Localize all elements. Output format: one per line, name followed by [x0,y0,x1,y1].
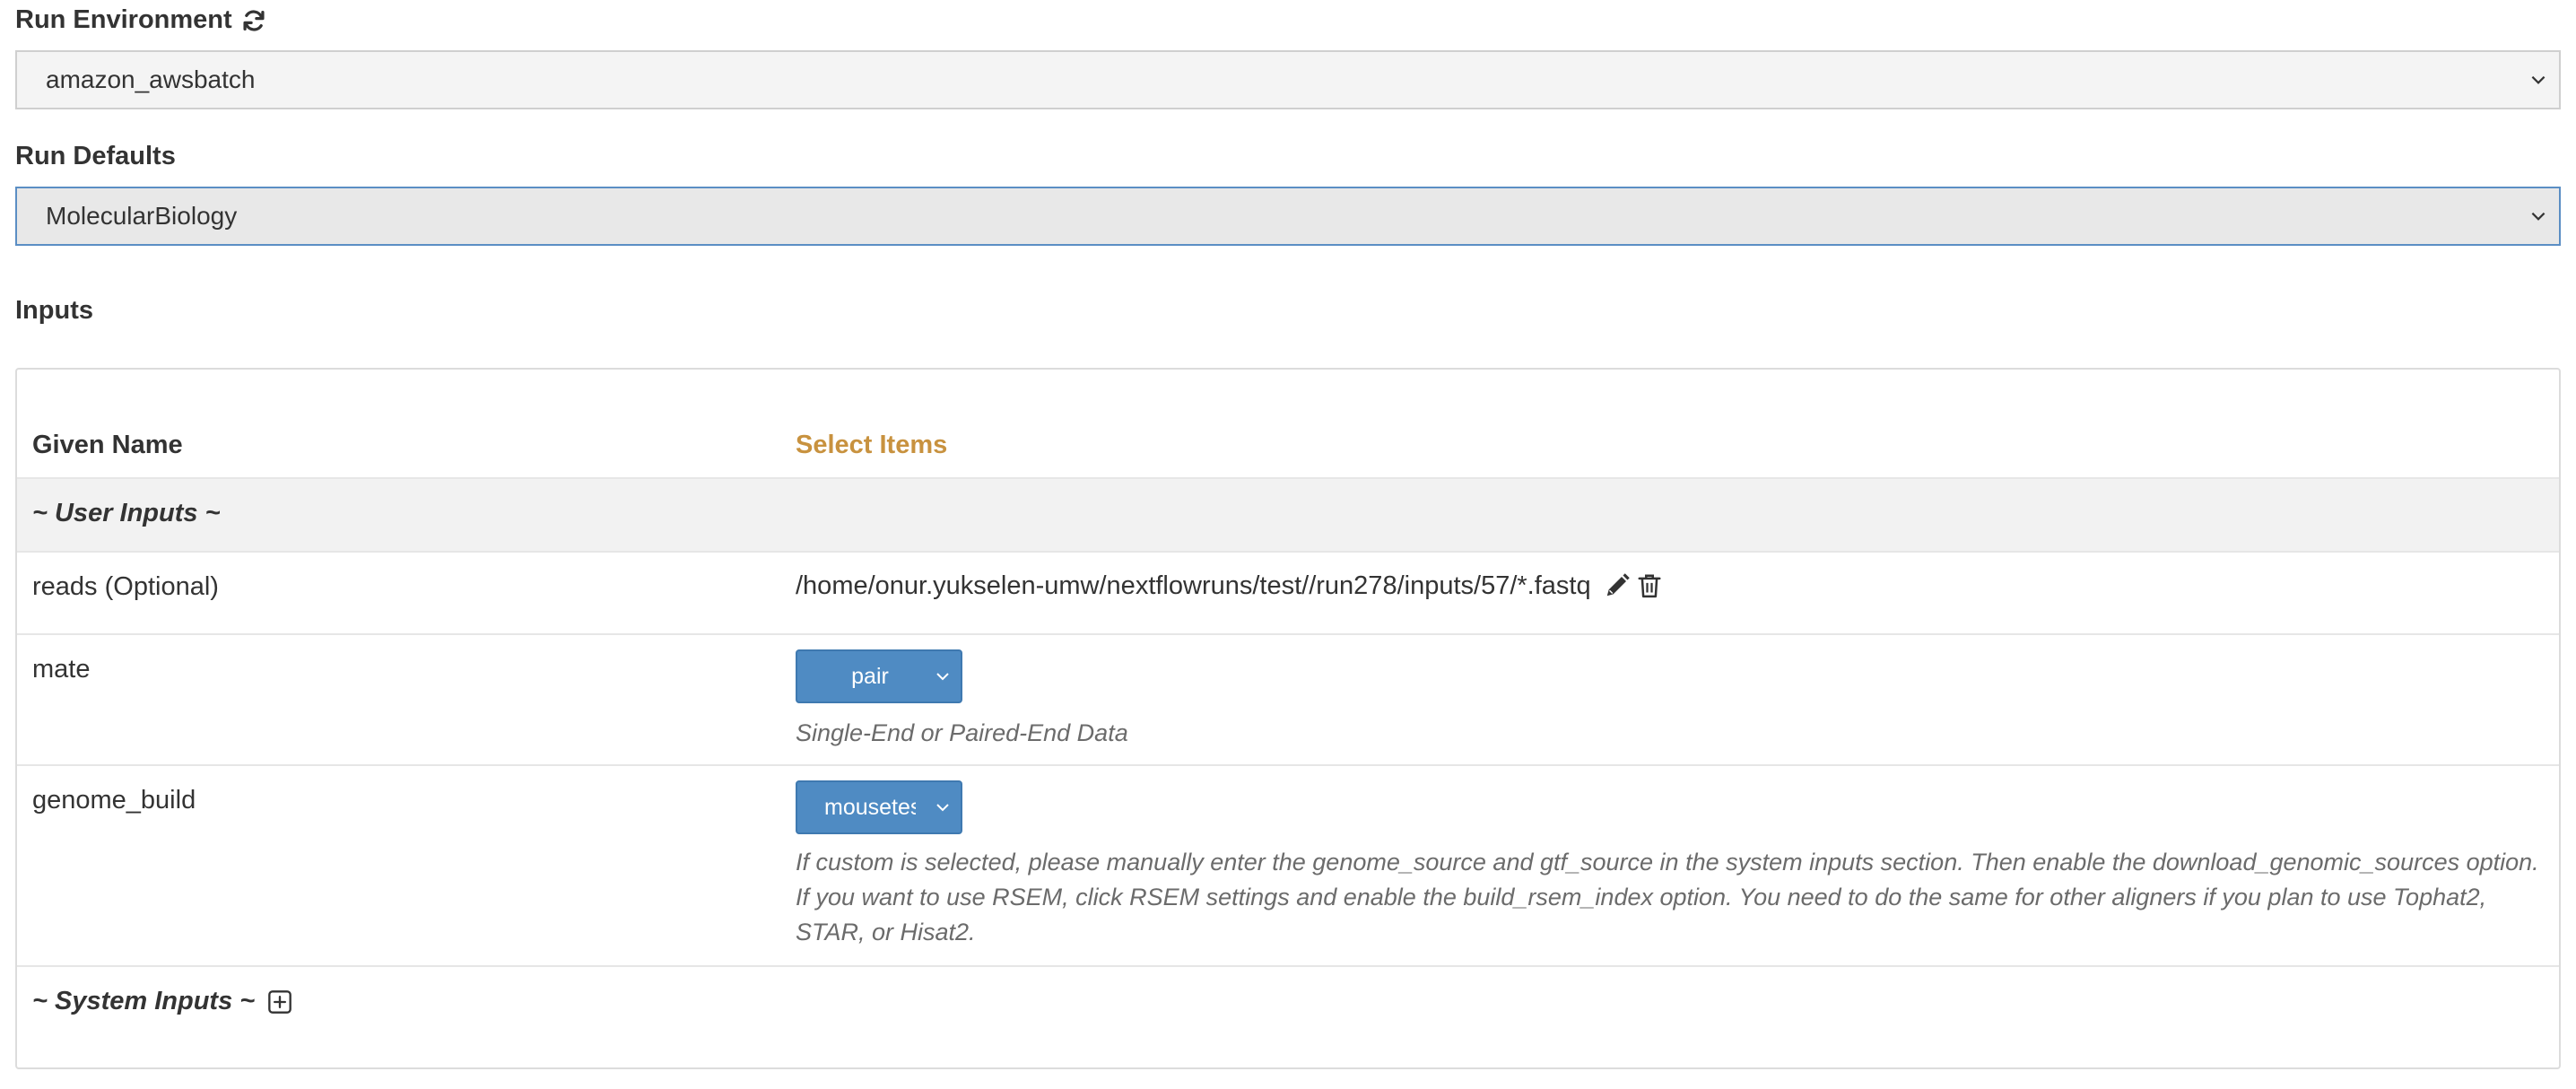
reads-path: /home/onur.yukselen-umw/nextflowruns/tes… [796,571,1591,600]
genome-build-select[interactable]: mousetest [796,780,962,834]
trash-icon[interactable] [1634,571,1665,601]
user-inputs-group-row: ~ User Inputs ~ [17,477,2559,551]
mate-help-text: Single-End or Paired-End Data [796,719,1128,746]
system-inputs-group-row: ~ System Inputs ~ [17,965,2559,1067]
plus-square-icon[interactable] [267,989,292,1015]
input-value: /home/onur.yukselen-umw/nextflowruns/tes… [796,571,1665,601]
run-environment-select[interactable]: amazon_awsbatch [15,50,2561,109]
chevron-down-icon [2531,212,2546,221]
chevron-down-icon [936,804,949,812]
user-inputs-title-text: ~ User Inputs ~ [32,499,221,527]
run-defaults-label-text: Run Defaults [15,142,176,170]
run-defaults-label: Run Defaults [15,142,176,171]
run-defaults-value: MolecularBiology [46,202,238,230]
run-environment-value: amazon_awsbatch [46,65,256,93]
refresh-icon[interactable] [241,8,266,33]
run-defaults-select[interactable]: MolecularBiology [15,187,2561,246]
system-inputs-title: ~ System Inputs ~ [32,987,292,1016]
genome-build-help-text: If custom is selected, please manually e… [796,849,2539,945]
user-inputs-title: ~ User Inputs ~ [32,499,221,528]
table-row: mate pair Single-End or Paired-End Data [17,633,2559,764]
table-row: genome_build mousetest If custom is sele… [17,764,2559,965]
pencil-icon[interactable] [1602,571,1632,601]
inputs-panel: Given Name Select Items ~ User Inputs ~ … [15,368,2561,1069]
inputs-label: Inputs [15,296,93,326]
select-items-header[interactable]: Select Items [796,431,947,460]
mate-select[interactable]: pair [796,649,962,703]
chevron-down-icon [2531,75,2546,84]
input-name: genome_build [32,786,196,815]
given-name-header: Given Name [32,431,183,459]
table-row: reads (Optional) /home/onur.yukselen-umw… [17,551,2559,633]
input-name: reads (Optional) [32,572,219,601]
genome-build-selected: mousetest [824,794,916,820]
chevron-down-icon [936,673,949,681]
input-name: mate [32,655,91,684]
run-environment-label-text: Run Environment [15,5,232,34]
mate-selected: pair [851,663,889,689]
inputs-label-text: Inputs [15,296,93,325]
run-environment-label: Run Environment [15,5,266,35]
system-inputs-title-text: ~ System Inputs ~ [32,987,256,1015]
